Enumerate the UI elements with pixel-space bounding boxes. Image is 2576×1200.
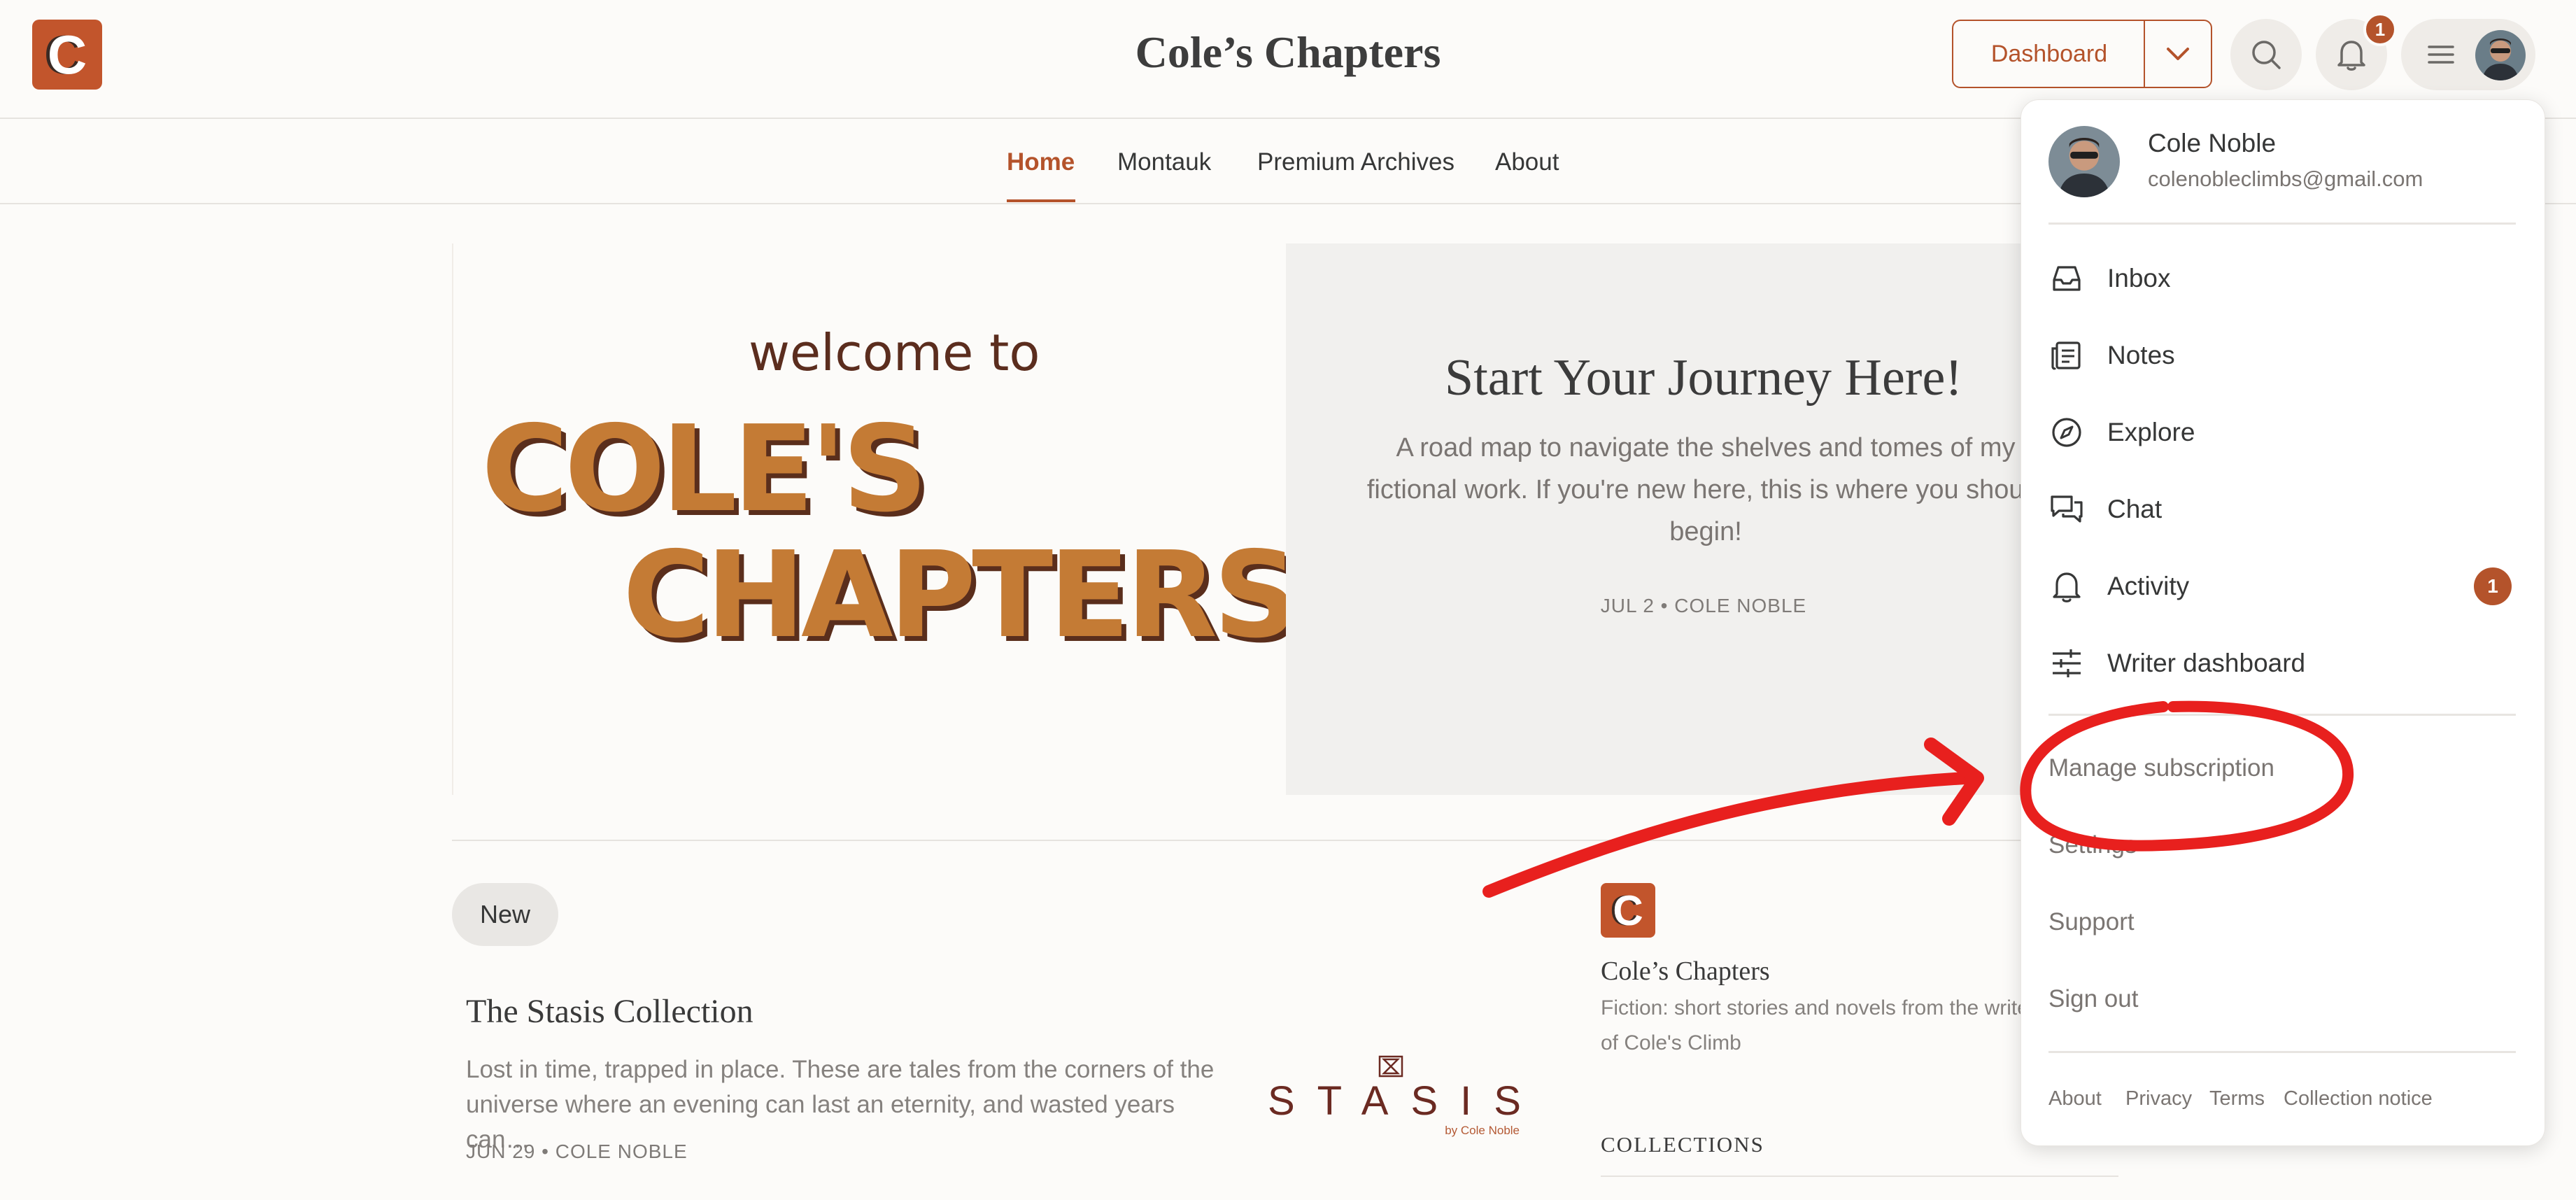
footer-link-about[interactable]: About: [2048, 1087, 2102, 1110]
menu-item-label: Chat: [2107, 495, 2163, 523]
menu-item-writer-dashboard[interactable]: Writer dashboard: [2048, 628, 2516, 698]
post-title[interactable]: The Stasis Collection: [466, 992, 753, 1031]
search-button[interactable]: [2230, 19, 2302, 90]
tab-montauk[interactable]: Montauk: [1117, 148, 1211, 176]
menu-item-sign-out[interactable]: Sign out: [2048, 985, 2138, 1013]
user-name: Cole Noble: [2148, 129, 2277, 157]
notification-count-badge: 1: [2363, 13, 2397, 46]
bell-icon: [2337, 41, 2365, 71]
menu-item-notes[interactable]: Notes: [2048, 320, 2516, 390]
menu-item-label: Activity: [2107, 572, 2190, 600]
dashboard-button[interactable]: Dashboard: [1952, 20, 2145, 88]
banner-welcome-text: welcome to: [749, 323, 1040, 382]
menu-divider: [2048, 223, 2516, 225]
footer-link-terms[interactable]: Terms: [2209, 1087, 2265, 1110]
menu-avatar: [2048, 126, 2120, 197]
sidebar-publication-logo[interactable]: C: [1601, 883, 1655, 938]
search-icon: [2252, 41, 2281, 69]
tab-premium-archives[interactable]: Premium Archives: [1257, 148, 1455, 176]
banner-title-line1: COLE'S: [481, 400, 928, 539]
active-tab-indicator: [1007, 199, 1075, 202]
compass-icon: [2048, 414, 2085, 451]
footer-link-collection-notice[interactable]: Collection notice: [2284, 1087, 2433, 1110]
sidebar-description: Fiction: short stories and novels from t…: [1601, 996, 2036, 1054]
featured-post-subtitle: A road map to navigate the shelves and t…: [1366, 433, 2021, 546]
menu-item-label: Notes: [2107, 341, 2175, 369]
thumbnail-title: STASIS: [1268, 1078, 1543, 1124]
chat-icon: [2048, 491, 2085, 528]
menu-item-support[interactable]: Support: [2048, 908, 2135, 936]
avatar-image: [2475, 30, 2526, 80]
divider: [1601, 1176, 2118, 1177]
bell-icon: [2048, 568, 2085, 605]
menu-item-inbox[interactable]: Inbox: [2048, 243, 2516, 313]
collections-heading: COLLECTIONS: [1601, 1132, 1764, 1157]
annotation-arrow: [1482, 772, 1972, 898]
menu-item-label: Inbox: [2107, 264, 2171, 292]
new-posts-tab[interactable]: New: [452, 883, 558, 946]
hamburger-icon: [2428, 45, 2454, 64]
featured-post-card[interactable]: Start Your Journey Here! A road map to n…: [1286, 243, 2021, 795]
notes-icon: [2048, 337, 2085, 374]
menu-divider: [2048, 1051, 2516, 1053]
dashboard-dropdown-button[interactable]: [2144, 20, 2212, 88]
menu-item-explore[interactable]: Explore: [2048, 397, 2516, 467]
menu-item-manage-subscription[interactable]: Manage subscription: [2048, 754, 2274, 782]
sliders-icon: [2048, 645, 2085, 682]
avatar[interactable]: [2475, 30, 2526, 80]
post-thumbnail[interactable]: STASIS by Cole Noble: [1268, 1078, 1521, 1137]
tab-home[interactable]: Home: [1007, 148, 1075, 176]
sidebar-title[interactable]: Cole’s Chapters: [1601, 956, 1770, 987]
banner-title-line2: CHAPTERS: [623, 526, 1299, 665]
avatar-image: [2048, 126, 2120, 197]
menu-item-settings[interactable]: Settings: [2048, 831, 2137, 859]
divider: [452, 840, 2117, 841]
featured-post-meta: JUL 2 • COLE NOBLE: [1600, 595, 1807, 616]
activity-count-badge: 1: [2474, 567, 2512, 605]
chevron-down-icon: [2167, 48, 2189, 60]
thumbnail-byline: by Cole Noble: [1445, 1124, 1520, 1137]
menu-item-chat[interactable]: Chat: [2048, 474, 2516, 544]
user-email: colenobleclimbs@gmail.com: [2148, 167, 2423, 191]
menu-item-label: Writer dashboard: [2107, 649, 2306, 677]
menu-item-label: Explore: [2107, 418, 2195, 446]
inbox-icon: [2048, 260, 2085, 297]
tab-about[interactable]: About: [1495, 148, 1559, 176]
menu-item-activity[interactable]: Activity 1: [2048, 551, 2516, 621]
post-meta: JUN 29 • COLE NOBLE: [466, 1141, 688, 1162]
footer-link-privacy[interactable]: Privacy: [2125, 1087, 2192, 1110]
sidebar-logo-letter: C: [1613, 887, 1643, 934]
featured-post-title[interactable]: Start Your Journey Here!: [1286, 348, 2021, 408]
menu-divider: [2048, 714, 2516, 716]
